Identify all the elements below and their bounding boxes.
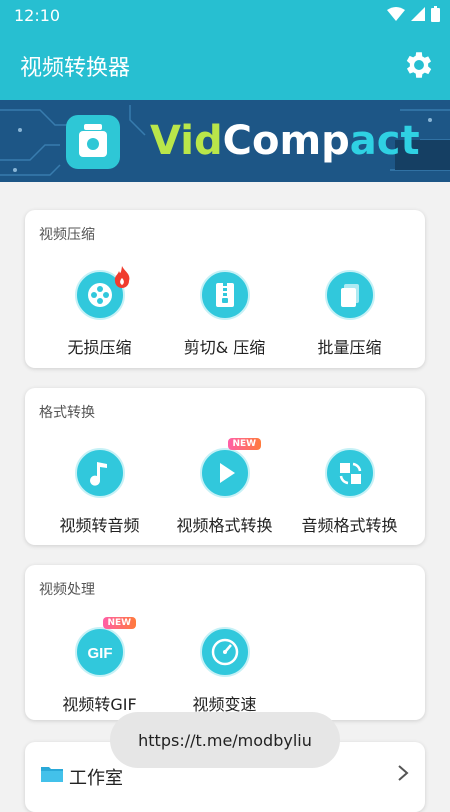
new-badge: NEW (227, 438, 262, 450)
section-title: 视频压缩 (39, 227, 95, 243)
banner: VidCompact (0, 100, 450, 182)
hot-flame-icon (114, 266, 129, 288)
workshop-title: 工作室 (69, 768, 123, 789)
new-badge: NEW (102, 617, 137, 629)
signal-icon (411, 7, 425, 21)
wifi-icon (387, 7, 405, 21)
app-bar: 视频转换器 (0, 32, 450, 100)
folder-icon (41, 767, 63, 782)
chevron-right-icon (398, 765, 409, 781)
tile-label: 音频格式转换 (301, 516, 398, 535)
tile-batch-compress[interactable]: 批量压缩 (283, 270, 416, 358)
zip-icon (199, 270, 250, 320)
tile-label: 视频转音频 (59, 516, 140, 535)
brand-comp: Comp (222, 118, 350, 164)
section-title: 视频处理 (39, 582, 95, 598)
section-video-compression: 视频压缩 无损压缩 剪切& 压缩 批量压缩 (25, 210, 425, 368)
tile-video-to-audio[interactable]: 视频转音频 (33, 448, 166, 536)
tile-label: 剪切& 压缩 (183, 338, 266, 357)
toast-message: https://t.me/modbyliu (110, 712, 340, 768)
gif-icon: GIF NEW (74, 617, 137, 677)
brand-wordmark: VidCompact (150, 118, 420, 164)
status-bar: 12:10 (0, 0, 450, 32)
play-icon: NEW (199, 438, 262, 498)
tile-label: 视频格式转换 (176, 516, 273, 535)
section-title: 格式转换 (39, 405, 95, 421)
tile-audio-format-convert[interactable]: 音频格式转换 (283, 448, 416, 536)
tile-label: 批量压缩 (317, 338, 382, 357)
app-logo-icon (66, 115, 120, 169)
app-title: 视频转换器 (20, 56, 131, 81)
section-video-processing: 视频处理 GIF NEW 视频转GIF 视频变速 (25, 565, 425, 720)
status-icons (387, 6, 440, 22)
battery-icon (431, 6, 440, 22)
brand-act: act (349, 118, 420, 164)
music-note-icon (74, 448, 125, 498)
convert-icon (324, 448, 375, 498)
tile-video-format-convert[interactable]: NEW 视频格式转换 (158, 438, 291, 536)
film-reel-icon (74, 266, 129, 320)
svg-text:GIF: GIF (87, 645, 112, 662)
gear-icon[interactable] (402, 48, 436, 82)
tile-lossless-compress[interactable]: 无损压缩 (33, 266, 166, 358)
toast-text: https://t.me/modbyliu (138, 730, 312, 750)
tile-label: 无损压缩 (67, 338, 132, 357)
tile-video-speed[interactable]: 视频变速 (158, 627, 291, 715)
section-format-conversion: 格式转换 视频转音频 NEW 视频格式转换 音频格式转换 (25, 388, 425, 545)
status-time: 12:10 (14, 6, 61, 25)
tile-cut-compress[interactable]: 剪切& 压缩 (158, 270, 291, 358)
brand-vid: Vid (150, 118, 223, 164)
stack-icon (324, 270, 375, 320)
tile-video-to-gif[interactable]: GIF NEW 视频转GIF (33, 617, 166, 715)
speedometer-icon (199, 627, 250, 677)
